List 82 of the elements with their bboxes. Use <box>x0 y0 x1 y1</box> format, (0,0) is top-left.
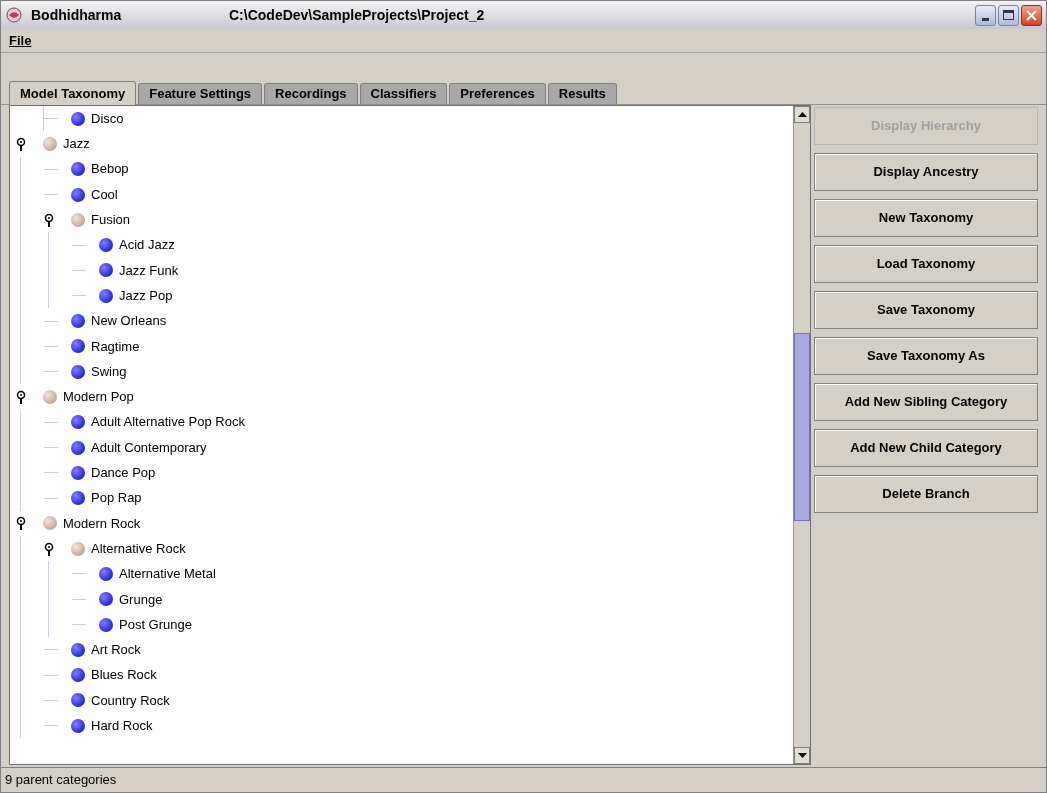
close-button[interactable] <box>1021 4 1042 26</box>
tab[interactable]: Model Taxonomy <box>9 81 137 105</box>
leaf-node-icon <box>71 693 85 708</box>
folder-node-icon <box>43 389 57 404</box>
leaf-node-icon <box>99 288 113 303</box>
action-button[interactable]: Add New Child Category <box>814 429 1038 467</box>
tab[interactable]: Results <box>547 83 617 104</box>
tree-item[interactable]: Modern Pop <box>63 387 134 407</box>
action-button[interactable]: Display Ancestry <box>814 153 1038 191</box>
leaf-node-icon <box>71 668 85 683</box>
leaf-node-icon <box>99 238 113 253</box>
leaf-node-icon <box>71 339 85 354</box>
scrollbar[interactable] <box>793 106 810 764</box>
tree-item[interactable]: Jazz <box>63 134 90 154</box>
expanded-handle-icon[interactable] <box>16 389 26 404</box>
window-title: Bodhidharma <box>31 5 123 25</box>
tree-item[interactable]: Pop Rap <box>91 488 142 508</box>
leaf-node-icon <box>71 314 85 328</box>
expanded-handle-icon[interactable] <box>16 136 26 151</box>
folder-node-icon <box>43 516 57 531</box>
status-text: 9 parent categories <box>5 771 117 790</box>
maximize-button[interactable] <box>998 4 1019 26</box>
folder-node-icon <box>71 212 85 227</box>
minimize-button[interactable] <box>975 4 996 26</box>
tree-item[interactable]: New Orleans <box>91 311 167 331</box>
scroll-up-icon[interactable] <box>794 106 810 123</box>
leaf-node-icon <box>71 718 85 733</box>
leaf-node-icon <box>71 364 85 379</box>
scroll-thumb[interactable] <box>794 333 810 521</box>
tree-item[interactable]: Fusion <box>91 210 131 230</box>
project-path: C:\CodeDev\SampleProjects\Project_2 <box>229 5 485 25</box>
leaf-node-icon <box>71 162 85 177</box>
tab[interactable]: Preferences <box>449 83 546 104</box>
tree-item[interactable]: Art Rock <box>91 640 141 660</box>
action-button[interactable]: Add New Sibling Category <box>814 383 1038 421</box>
tree-item[interactable]: Cool <box>91 184 118 205</box>
scroll-down-icon[interactable] <box>794 747 810 764</box>
tree-item[interactable]: Modern Rock <box>63 513 141 534</box>
action-button[interactable]: Save Taxonomy <box>814 291 1038 329</box>
leaf-node-icon <box>71 187 85 202</box>
folder-node-icon <box>43 136 57 151</box>
leaf-node-icon <box>71 111 85 126</box>
tree-item[interactable]: Blues Rock <box>91 665 157 685</box>
tree-item[interactable]: Adult Contemporary <box>91 437 207 458</box>
leaf-node-icon <box>99 567 113 581</box>
expanded-handle-icon[interactable] <box>44 541 54 556</box>
action-button[interactable]: Delete Branch <box>814 475 1038 513</box>
app-icon <box>5 6 23 24</box>
leaf-node-icon <box>71 415 85 430</box>
tab[interactable]: Classifiers <box>359 83 448 104</box>
tree-item[interactable]: Alternative Rock <box>91 538 186 559</box>
tree-item[interactable]: Country Rock <box>91 690 170 711</box>
action-button[interactable]: Save Taxonomy As <box>814 337 1038 375</box>
leaf-node-icon <box>71 440 85 455</box>
tree-item[interactable]: Swing <box>91 361 127 382</box>
tree-item[interactable]: Disco <box>91 108 124 129</box>
close-icon[interactable] <box>1026 9 1037 21</box>
tab[interactable]: Recordings <box>264 83 358 104</box>
tree-item[interactable]: Jazz Funk <box>119 260 179 281</box>
menu-item[interactable]: File <box>5 30 36 51</box>
tree-item[interactable]: Alternative Metal <box>119 564 216 584</box>
tree-item[interactable]: Ragtime <box>91 336 140 357</box>
tab[interactable]: Feature Settings <box>138 83 263 104</box>
tree-item[interactable]: Jazz Pop <box>119 285 173 306</box>
leaf-node-icon <box>99 592 113 607</box>
leaf-node-icon <box>71 642 85 657</box>
tree-item[interactable]: Dance Pop <box>91 463 156 483</box>
leaf-node-icon <box>71 491 85 506</box>
leaf-node-icon <box>71 465 85 480</box>
tree-item[interactable]: Grunge <box>119 589 163 610</box>
action-button[interactable]: New Taxonomy <box>814 199 1038 237</box>
tree-item[interactable]: Acid Jazz <box>119 235 175 255</box>
expanded-handle-icon[interactable] <box>44 212 54 227</box>
leaf-node-icon <box>99 263 113 278</box>
tree-item[interactable]: Bebop <box>91 159 129 179</box>
folder-node-icon <box>71 541 85 556</box>
expanded-handle-icon[interactable] <box>16 516 26 531</box>
tree-item[interactable]: Post Grunge <box>119 614 192 635</box>
action-button[interactable]: Load Taxonomy <box>814 245 1038 283</box>
tree-item[interactable]: Hard Rock <box>91 716 153 736</box>
tree-item[interactable]: Adult Alternative Pop Rock <box>91 412 245 432</box>
leaf-node-icon <box>99 617 113 632</box>
